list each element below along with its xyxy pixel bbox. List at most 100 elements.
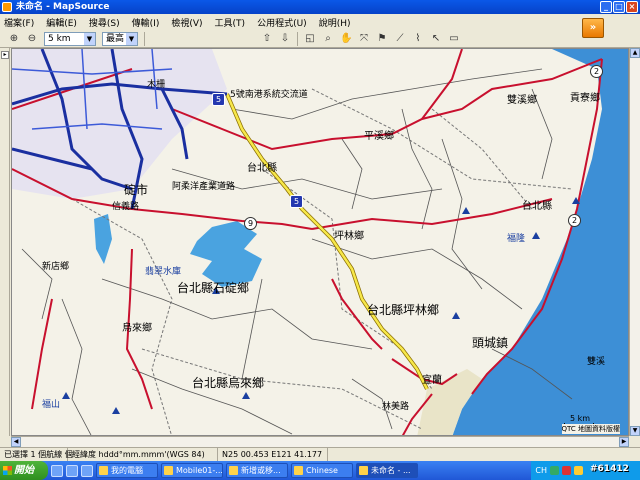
menu-search[interactable]: 搜尋(S) [89,16,120,29]
taskbar: 開始 我的電腦 Mobile01-... 新增或移... Chinese 未命名… [0,461,640,480]
feicui-reservoir [190,221,262,287]
selection-tool-icon[interactable]: ⤧ [358,33,370,45]
folder-icon [99,466,108,475]
fushan-label: 福山 [42,400,61,410]
mapsource-icon [2,2,12,12]
detail-level-value: 最高 [106,33,125,44]
road-5-shield: 5 [212,93,225,106]
xinyi-road-label: 信義路 [112,202,140,212]
track-tool-icon[interactable]: ⌇ [412,33,424,45]
watermark: #61412 [590,464,629,474]
receive-from-device-icon[interactable]: ⇩ [279,33,291,45]
feicui-label: 翡翠水庫 [145,267,182,277]
zoom-scale-value: 5 km [48,33,71,44]
agri-road-label: 阿柔洋產業道路 [172,182,236,192]
volume-icon[interactable] [574,466,583,475]
menu-view[interactable]: 檢視(V) [171,16,202,29]
toolbar-divider [297,31,298,46]
shuangxi-label: 雙溪鄉 [507,95,537,106]
task-mobile01[interactable]: Mobile01-... [161,463,223,478]
toolbar-divider [144,31,145,46]
scroll-left-icon[interactable]: ◀ [11,437,21,447]
pinglin-short-label: 坪林鄉 [334,231,364,242]
scroll-down-icon[interactable]: ▼ [630,426,640,436]
window-title: 未命名 - MapSource [16,2,110,12]
shuangxing-label: 雙溪 [587,357,606,367]
xindian-river [94,214,112,264]
quicklaunch-desktop-icon[interactable] [51,464,63,477]
gongliao-label: 貢寮鄉 [570,93,600,104]
status-bar: 已選擇 1 個航線 個 經緯度 hddd°mm.mmm'(WGS 84) N25… [0,447,640,462]
xindian-label: 新店鄉 [42,262,70,272]
minimize-button[interactable]: _ [600,1,612,13]
scroll-right-icon[interactable]: ▶ [619,437,629,447]
freeway-5 [225,93,429,390]
route-tool-icon[interactable]: ⟋ [394,33,406,45]
zoom-in-icon[interactable]: ⊕ [8,33,20,45]
chevron-down-icon: ▼ [126,32,137,45]
maximize-button[interactable]: □ [613,1,625,13]
wulai-label: 台北縣烏來鄉 [192,376,265,390]
mapsource-icon [359,466,368,475]
selection-status: 已選擇 1 個航線 個 [0,447,73,462]
task-label: 新增或移... [241,466,281,475]
scroll-up-icon[interactable]: ▲ [630,48,640,58]
folder-icon [294,466,303,475]
coord-format: 經緯度 hddd°mm.mmm'(WGS 84) [68,447,218,462]
fulong-label: 福隆 [507,234,526,244]
quicklaunch-ie-icon[interactable] [66,464,78,477]
map-view[interactable]: 5號南港系統交流道 平溪鄉 雙溪鄉 貢寮鄉 台北縣 阿柔洋產業道路 碇市 坪林鄉… [11,48,629,436]
menu-file[interactable]: 檔案(F) [4,16,34,29]
network-icon[interactable] [550,466,559,475]
windows-flag-icon [3,466,12,475]
task-chinese[interactable]: Chinese [291,463,353,478]
zoom-tool-icon[interactable]: ⌕ [322,33,334,45]
scale-label: 5 km [569,414,590,423]
detail-level-select[interactable]: 最高 ▼ [102,31,138,46]
browser-icon [164,466,173,475]
hand-tool-icon[interactable]: ✋ [340,33,352,45]
zoom-scale-select[interactable]: 5 km ▼ [44,31,96,46]
quicklaunch-media-icon[interactable] [81,464,93,477]
copyright-label: QTC 地圖資料版權 [561,424,620,434]
toolbar: ⊕ ⊖ 5 km ▼ 最高 ▼ ⇧ ⇩ ◱ ⌕ ✋ ⤧ ⚑ ⟋ ⌇ ↖ ▭ [0,30,640,48]
task-mapsource[interactable]: 未命名 - ... [356,463,418,478]
window-icon [229,466,238,475]
road-5-shield-south: 5 [290,195,303,208]
ime-indicator[interactable]: CH [535,466,547,475]
zoom-out-icon[interactable]: ⊖ [26,33,38,45]
menu-help[interactable]: 說明(H) [319,16,351,29]
linmei-road-label: 林美路 [382,402,410,412]
vertical-scrollbar[interactable]: ▲ ▼ [629,48,640,436]
city-label: 碇市 [124,183,149,197]
map-tool-icon[interactable]: ◱ [304,33,316,45]
task-add-remove[interactable]: 新增或移... [226,463,288,478]
antivirus-icon[interactable] [562,466,571,475]
task-label: 未命名 - ... [371,466,411,475]
muzhi-label: 木柵 [147,80,166,90]
menu-transfer[interactable]: 傳輸(I) [132,16,160,29]
panel-expand-icon[interactable]: ▸ [1,51,9,59]
waypoint-flag-icon[interactable]: ⚑ [376,33,388,45]
task-label: 我的電腦 [111,466,143,475]
wulai-short-label: 烏來鄉 [122,323,152,334]
menu-edit[interactable]: 編輯(E) [46,16,77,29]
start-label: 開始 [14,465,34,476]
yilan-label: 宜蘭 [422,375,442,386]
shiding-label: 台北縣石碇鄉 [177,281,250,295]
start-button[interactable]: 開始 [0,461,48,480]
title-bar: 未命名 - MapSource _ □ × [0,0,640,14]
measure-tool-icon[interactable]: ▭ [448,33,460,45]
pinglin-label: 台北縣坪林鄉 [367,303,440,317]
pointer-tool-icon[interactable]: ↖ [430,33,442,45]
send-to-device-icon[interactable]: ⇧ [261,33,273,45]
task-my-computer[interactable]: 我的電腦 [96,463,158,478]
cursor-coords: N25 00.453 E121 41.177 [218,447,328,462]
menu-tools[interactable]: 工具(T) [215,16,246,29]
interchange-label: 5號南港系統交流道 [230,90,308,100]
toucheng-label: 頭城鎮 [472,336,509,350]
menu-utilities[interactable]: 公用程式(U) [257,16,307,29]
horizontal-scrollbar[interactable]: ◀ ▶ [11,436,629,447]
task-label: Mobile01-... [176,466,223,475]
close-button[interactable]: × [626,1,638,13]
